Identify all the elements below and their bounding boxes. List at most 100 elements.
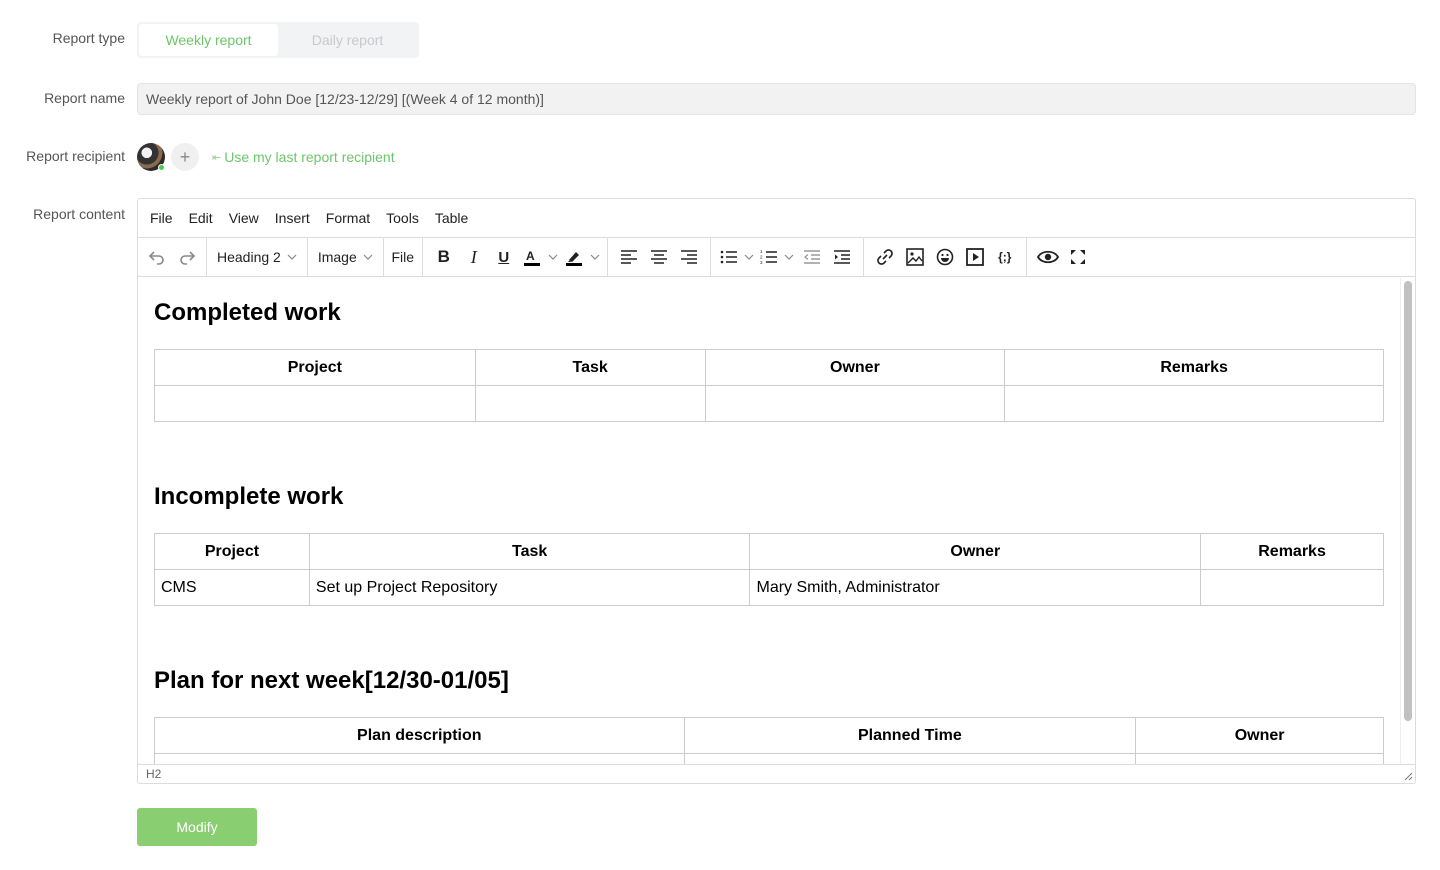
completed-work-heading: Completed work	[154, 299, 341, 326]
insert-media-button[interactable]	[960, 242, 990, 272]
insert-emoji-button[interactable]	[930, 242, 960, 272]
plan-next-week-table: Plan description Planned Time Owner	[154, 717, 1384, 765]
undo-icon	[148, 251, 164, 265]
media-play-icon	[965, 248, 984, 266]
numbered-list-chevron[interactable]	[781, 242, 797, 272]
report-type-segmented: Weekly report Daily report	[137, 22, 419, 58]
code-braces-icon: {;}	[998, 250, 1012, 264]
menu-format[interactable]: Format	[318, 210, 378, 226]
table-header-row: Project Task Owner Remarks	[154, 349, 1384, 386]
menu-file[interactable]: File	[142, 210, 181, 226]
indent-button[interactable]	[827, 242, 857, 272]
report-name-input[interactable]: Weekly report of John Doe [12/23-12/29] …	[137, 83, 1416, 115]
insert-link-button[interactable]	[870, 242, 900, 272]
menu-table[interactable]: Table	[427, 210, 476, 226]
plan-next-week-heading: Plan for next week[12/30-01/05]	[154, 667, 509, 694]
editor-menubar: File Edit View Insert Format Tools Table	[138, 199, 1415, 238]
align-left-button[interactable]	[614, 242, 644, 272]
report-name-row: Report name	[0, 90, 125, 106]
table-cell[interactable]: Set up Project Repository	[308, 569, 751, 606]
bullet-list-icon	[720, 250, 737, 264]
image-icon	[905, 248, 924, 266]
highlighter-icon	[565, 252, 582, 266]
completed-work-table: Project Task Owner Remarks	[154, 349, 1384, 422]
undo-button[interactable]	[142, 242, 172, 272]
menu-insert[interactable]: Insert	[267, 210, 318, 226]
preview-button[interactable]	[1033, 242, 1063, 272]
menu-tools[interactable]: Tools	[378, 210, 427, 226]
italic-button[interactable]: I	[459, 242, 489, 272]
underline-icon: U	[498, 248, 510, 266]
image-dropdown[interactable]: Image	[312, 242, 379, 272]
align-left-icon	[620, 250, 637, 264]
table-cell[interactable]: CMS	[154, 569, 310, 606]
link-icon	[876, 249, 893, 265]
chevron-down-icon	[548, 254, 558, 260]
file-group: File	[384, 237, 423, 277]
block-format-value: Heading 2	[217, 249, 281, 265]
fullscreen-button[interactable]	[1063, 242, 1093, 272]
table-cell[interactable]	[1004, 385, 1384, 422]
menu-view[interactable]: View	[221, 210, 267, 226]
file-button[interactable]: File	[388, 242, 418, 272]
align-center-button[interactable]	[644, 242, 674, 272]
report-form: Report type Weekly report Daily report R…	[0, 0, 1440, 870]
editor-scrollbar[interactable]	[1400, 278, 1414, 765]
element-path[interactable]: H2	[146, 767, 161, 781]
insert-image-button[interactable]	[900, 242, 930, 272]
incomplete-work-table: Project Task Owner Remarks CMS Set up Pr…	[154, 533, 1384, 606]
text-color-icon: A	[523, 249, 540, 266]
import-icon: ⇤	[212, 151, 222, 164]
bold-button[interactable]: B	[429, 242, 459, 272]
insert-code-button[interactable]: {;}	[990, 242, 1020, 272]
eye-icon	[1036, 250, 1059, 264]
table-header-cell: Owner	[704, 349, 1006, 386]
table-cell[interactable]	[704, 385, 1006, 422]
table-cell[interactable]	[474, 385, 706, 422]
insert-group: {;}	[864, 237, 1027, 277]
underline-button[interactable]: U	[489, 242, 519, 272]
text-color-button[interactable]: A	[519, 242, 545, 272]
highlight-color-button[interactable]	[561, 242, 587, 272]
list-group: 123	[711, 237, 864, 277]
editor-content[interactable]: Completed work Project Task Owner Remark…	[138, 278, 1402, 765]
chevron-down-icon	[744, 254, 754, 260]
highlight-color-chevron[interactable]	[587, 242, 603, 272]
table-cell[interactable]: Mary Smith, Administrator	[749, 569, 1202, 606]
redo-button[interactable]	[172, 242, 202, 272]
text-color-chevron[interactable]	[545, 242, 561, 272]
table-cell[interactable]	[1200, 569, 1384, 606]
emoji-icon	[936, 248, 954, 266]
report-name-label: Report name	[44, 90, 125, 106]
modify-button[interactable]: Modify	[137, 808, 257, 846]
use-last-recipient-link[interactable]: ⇤ Use my last report recipient	[212, 149, 395, 165]
table-header-cell: Planned Time	[683, 717, 1137, 754]
incomplete-work-heading: Incomplete work	[154, 483, 344, 510]
table-header-cell: Task	[308, 533, 751, 570]
daily-report-option[interactable]: Daily report	[278, 24, 417, 56]
block-format-dropdown[interactable]: Heading 2	[211, 242, 303, 272]
outdent-button[interactable]	[797, 242, 827, 272]
editor-toolbar: Heading 2 Image File B I U A 1 2 3 {;}	[138, 237, 1415, 277]
align-right-button[interactable]	[674, 242, 704, 272]
table-row	[154, 385, 1384, 422]
table-header-cell: Remarks	[1200, 533, 1384, 570]
menu-edit[interactable]: Edit	[181, 210, 221, 226]
table-cell[interactable]	[154, 385, 476, 422]
add-recipient-button[interactable]: +	[171, 143, 199, 171]
align-right-icon	[680, 250, 697, 264]
numbered-list-button[interactable]: 123	[757, 242, 781, 272]
chevron-down-icon	[590, 254, 600, 260]
chevron-down-icon	[784, 254, 794, 260]
table-header-cell: Owner	[1135, 717, 1384, 754]
resize-handle-icon[interactable]	[1403, 771, 1413, 781]
report-recipient-label: Report recipient	[26, 148, 125, 164]
report-type-label: Report type	[52, 30, 125, 46]
report-content-row: Report content	[0, 206, 125, 222]
scrollbar-thumb[interactable]	[1404, 281, 1412, 721]
bullet-list-button[interactable]	[717, 242, 741, 272]
bullet-list-chevron[interactable]	[741, 242, 757, 272]
weekly-report-option[interactable]: Weekly report	[139, 24, 278, 56]
report-type-row: Report type	[0, 30, 125, 46]
empty-paragraph	[154, 422, 1386, 464]
